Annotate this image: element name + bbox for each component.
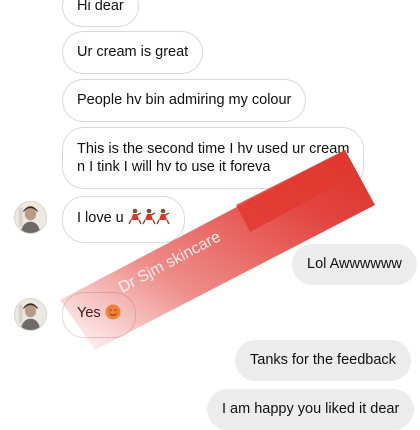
message-text-line: This is the second time I hv used ur cre… [77,141,350,157]
sender-avatar [14,298,47,331]
outgoing-message[interactable]: Tanks for the feedback [235,340,411,381]
avatar-image [15,202,46,233]
outgoing-message[interactable]: I am happy you liked it dear [207,389,415,430]
smile-emoji [105,304,121,326]
incoming-message[interactable]: Hi dear [62,0,139,27]
message-text: Yes [77,305,101,321]
message-text: I am happy you liked it dear [222,401,400,417]
message-text: Lol Awwwwww [307,256,402,272]
incoming-message[interactable]: I love u [62,196,185,243]
incoming-message[interactable]: This is the second time I hv used ur cre… [62,127,365,189]
message-text: People hv bin admiring my colour [77,92,292,108]
avatar-image [15,299,46,330]
message-text: I love u [77,210,124,226]
message-text: Hi dear [77,0,124,14]
sender-avatar [14,201,47,234]
dancer-emoji [142,208,156,231]
message-text: Tanks for the feedback [250,352,396,368]
chat-thread: Hi dear Ur cream is great People hv bin … [0,0,420,430]
message-text: Ur cream is great [77,44,189,60]
dancer-emoji [128,208,142,231]
incoming-message[interactable]: Yes [62,292,136,338]
message-text-line: n I tink I will hv to use it foreva [77,159,271,175]
incoming-message[interactable]: Ur cream is great [62,31,204,74]
dancer-emoji [156,208,170,231]
outgoing-message[interactable]: Lol Awwwwww [292,244,417,285]
incoming-message[interactable]: People hv bin admiring my colour [62,79,307,122]
